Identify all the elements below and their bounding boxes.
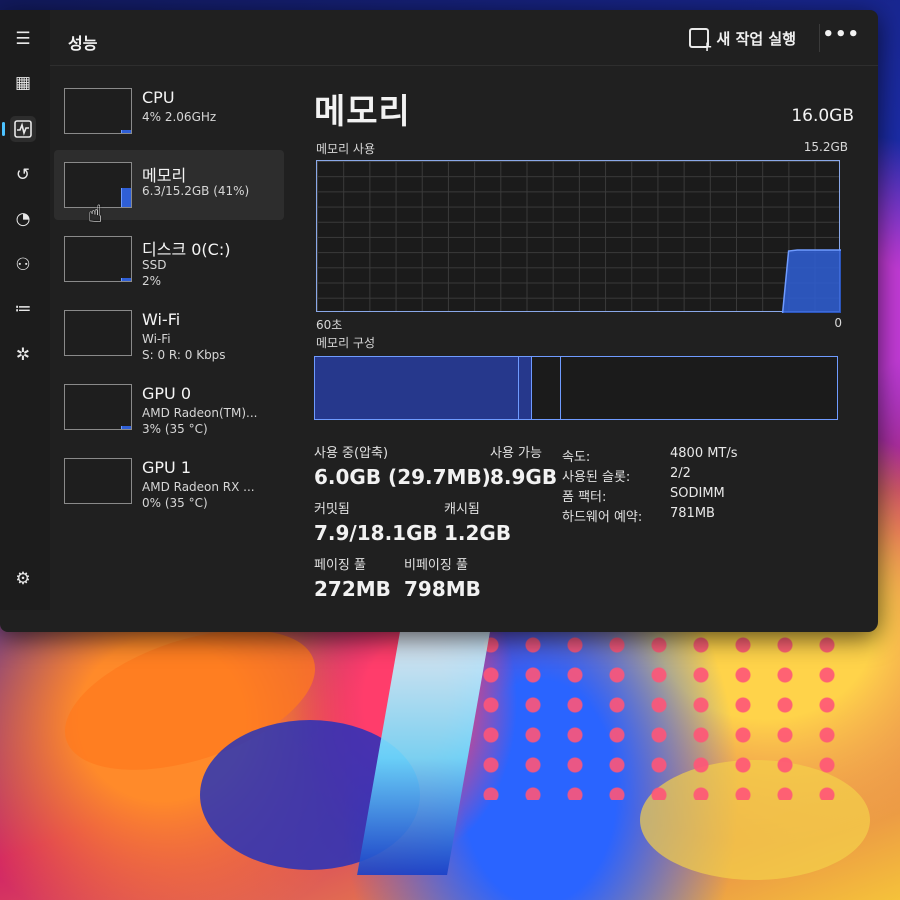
details-icon[interactable]: ≔	[10, 296, 36, 322]
usage-graph-svg	[781, 249, 841, 313]
stat-in-use-value: 6.0GB (29.7MB)	[314, 465, 491, 489]
mouse-cursor-icon: ☝	[88, 200, 103, 228]
memory-composition-bar	[314, 356, 838, 420]
more-options-button[interactable]: •••	[822, 24, 860, 45]
sidebar-item-name: 메모리	[142, 166, 187, 185]
thumbnail-fill	[121, 278, 131, 281]
sidebar-item[interactable]: GPU 1 AMD Radeon RX ... 0% (35 °C)	[54, 446, 284, 516]
sidebar-item[interactable]: GPU 0 AMD Radeon(TM)... 3% (35 °C)	[54, 372, 284, 442]
sidebar-item-name: GPU 1	[142, 458, 192, 477]
property-key: 폼 팩터:	[562, 490, 607, 505]
memory-total: 16.0GB	[791, 106, 854, 126]
sidebar-item-status: 2%	[142, 274, 162, 288]
stat-cached-value: 1.2GB	[444, 521, 512, 545]
stat-in-use: 사용 중(압축) 6.0GB (29.7MB)	[314, 442, 491, 489]
composition-label: 메모리 구성	[316, 336, 376, 350]
thumbnail-fill	[121, 188, 131, 207]
stat-available-value: 8.9GB	[490, 465, 558, 489]
sidebar-item-status: 3% (35 °C)	[142, 422, 208, 436]
sidebar-item-status: 0% (35 °C)	[142, 496, 208, 510]
stat-committed: 커밋됨 7.9/18.1GB	[314, 498, 438, 545]
sidebar-item-name: 디스크 0(C:)	[142, 240, 231, 259]
resource-list: CPU 4% 2.06GHz 메모리 6.3/15.2GB (41%) 디스크 0(C:…	[54, 76, 284, 520]
stat-nonpaged-pool-label: 비페이징 풀	[404, 558, 468, 573]
sidebar-item-name: Wi-Fi	[142, 310, 181, 329]
run-new-task-label: 새 작업 실행	[716, 29, 796, 48]
stat-in-use-label: 사용 중(압축)	[314, 446, 389, 461]
stat-available-label: 사용 가능	[490, 446, 542, 461]
app-history-icon[interactable]: ↺	[10, 162, 36, 188]
thumbnail-fill	[121, 130, 131, 133]
stat-available: 사용 가능 8.9GB	[490, 442, 557, 489]
sidebar-item-thumbnail	[64, 88, 132, 134]
sidebar-item-thumbnail	[64, 384, 132, 430]
sidebar-item-thumbnail	[64, 236, 132, 282]
sidebar-item-name: GPU 0	[142, 384, 192, 403]
sidebar-item-detail: SSD	[142, 258, 167, 272]
detail-title: 메모리	[314, 92, 411, 132]
property-key: 속도:	[562, 450, 591, 465]
property-value: 4800 MT/s	[670, 446, 738, 461]
toolbar-divider	[819, 24, 820, 52]
stat-cached-label: 캐시됨	[444, 502, 480, 517]
composition-in-use	[315, 357, 519, 419]
sidebar-item-detail: AMD Radeon(TM)...	[142, 406, 258, 420]
wallpaper-dots	[470, 630, 850, 800]
new-task-icon	[688, 28, 713, 55]
composition-standby	[532, 357, 561, 419]
memory-usage-graph	[316, 160, 841, 313]
usage-graph-max: 15.2GB	[803, 140, 848, 154]
sidebar-item-detail: 4% 2.06GHz	[142, 110, 217, 124]
property-value: 2/2	[670, 466, 691, 481]
title-bar: 성능 새 작업 실행 •••	[50, 10, 878, 66]
graph-axis-left: 60초	[316, 318, 343, 332]
stat-paged-pool-label: 페이징 풀	[314, 558, 366, 573]
usage-graph-label: 메모리 사용	[316, 142, 376, 156]
sidebar-item-name: CPU	[142, 88, 175, 107]
sidebar-item-thumbnail	[64, 310, 132, 356]
stat-paged-pool: 페이징 풀 272MB	[314, 554, 391, 601]
graph-axis-right: 0	[834, 316, 842, 330]
sidebar-item-status: S: 0 R: 0 Kbps	[142, 348, 226, 362]
usage-area	[782, 250, 841, 313]
sidebar-item-detail: Wi-Fi	[142, 332, 171, 346]
sidebar-item-thumbnail	[64, 458, 132, 504]
property-key: 사용된 슬롯:	[562, 470, 631, 485]
sidebar-item-detail: AMD Radeon RX ...	[142, 480, 255, 494]
property-value: SODIMM	[670, 486, 725, 501]
stat-committed-label: 커밋됨	[314, 502, 350, 517]
sidebar-item[interactable]: 디스크 0(C:) SSD 2%	[54, 224, 284, 294]
stat-committed-value: 7.9/18.1GB	[314, 521, 438, 545]
task-manager-window: ☰ ▦ ↺ ◔ ⚇ ≔ ✲ ⚙ 성능 새 작업 실행 ••• CPU 4% 2.0…	[0, 10, 878, 632]
users-icon[interactable]: ⚇	[10, 252, 36, 278]
sidebar-item[interactable]: Wi-Fi Wi-Fi S: 0 R: 0 Kbps	[54, 298, 284, 368]
services-icon[interactable]: ✲	[10, 342, 36, 368]
composition-modified	[519, 357, 532, 419]
sidebar-item[interactable]: CPU 4% 2.06GHz	[54, 76, 284, 146]
settings-icon[interactable]: ⚙	[10, 566, 36, 592]
stat-nonpaged-pool: 비페이징 풀 798MB	[404, 554, 481, 601]
property-value: 781MB	[670, 506, 715, 521]
hamburger-menu-icon[interactable]: ☰	[10, 26, 36, 52]
startup-apps-icon[interactable]: ◔	[10, 206, 36, 232]
sidebar-item-detail: 6.3/15.2GB (41%)	[142, 184, 250, 198]
run-new-task-button[interactable]: 새 작업 실행	[683, 24, 802, 55]
stat-cached: 캐시됨 1.2GB	[444, 498, 511, 545]
thumbnail-fill	[121, 426, 131, 429]
stat-nonpaged-pool-value: 798MB	[404, 577, 481, 601]
nav-rail: ☰ ▦ ↺ ◔ ⚇ ≔ ✲ ⚙	[0, 10, 50, 610]
property-key: 하드웨어 예약:	[562, 510, 643, 525]
performance-icon[interactable]	[2, 116, 36, 142]
processes-icon[interactable]: ▦	[10, 70, 36, 96]
stat-paged-pool-value: 272MB	[314, 577, 391, 601]
page-title: 성능	[68, 34, 98, 53]
